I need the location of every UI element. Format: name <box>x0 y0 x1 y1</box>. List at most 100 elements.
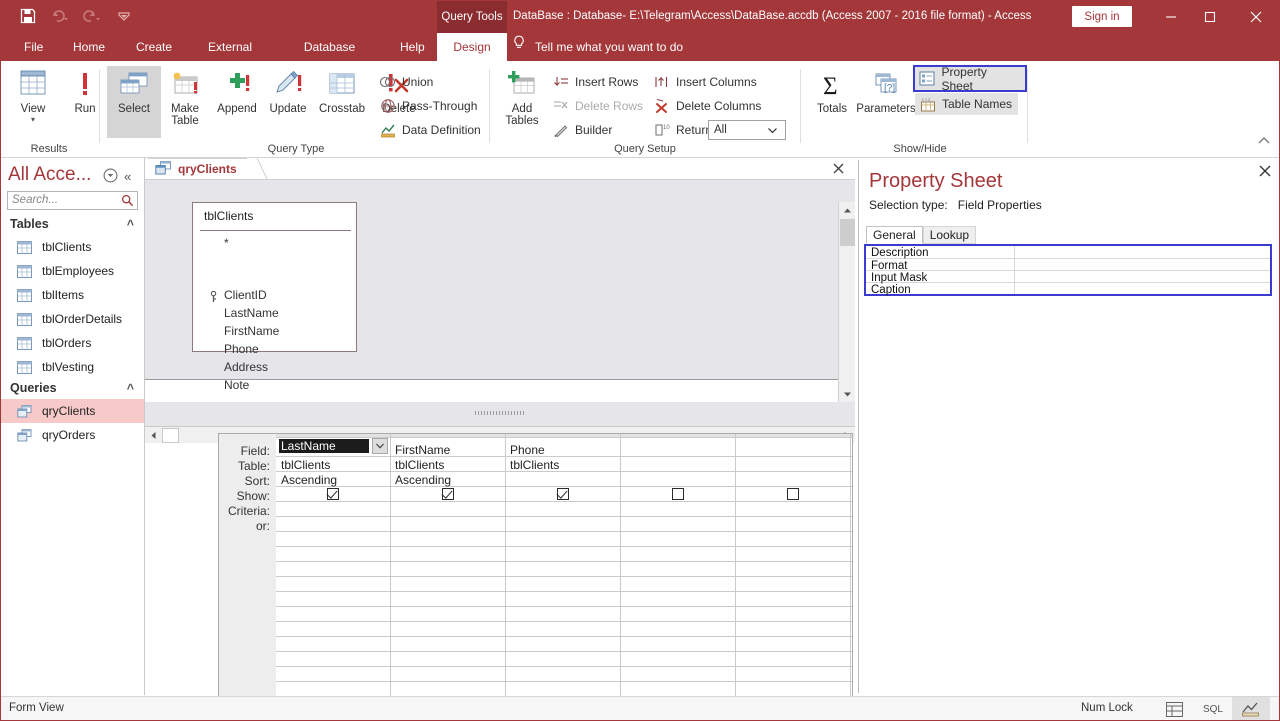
builder-button[interactable]: Builder <box>552 119 612 141</box>
tab-file[interactable]: File <box>14 33 46 61</box>
table-names-button[interactable]: X Y Z Table Names <box>915 93 1019 115</box>
nav-item-qryclients[interactable]: qryClients <box>0 399 144 423</box>
qbe-field-dropdown-1[interactable] <box>372 438 388 454</box>
data-definition-button[interactable]: Data Definition <box>379 119 481 141</box>
scrollbar-thumb[interactable] <box>162 428 179 443</box>
redo-icon[interactable] <box>82 6 102 26</box>
scrollbar-thumb[interactable] <box>840 219 855 246</box>
pane-splitter[interactable] <box>145 402 855 426</box>
make-table-button[interactable]: Make Table <box>158 66 212 138</box>
qbe-field-cell-2[interactable]: FirstName <box>395 443 450 457</box>
document-tab-qryclients[interactable]: qryClients <box>148 158 247 179</box>
scroll-down-arrow-icon[interactable] <box>839 386 855 402</box>
property-row-caption[interactable]: Caption <box>866 283 1270 298</box>
save-icon[interactable] <box>18 6 38 26</box>
qbe-show-checkbox-4[interactable] <box>672 488 684 500</box>
tab-external-data[interactable]: External Data <box>184 33 276 82</box>
scroll-left-arrow-icon[interactable] <box>145 427 161 443</box>
nav-item-qryorders[interactable]: qryOrders <box>0 423 144 447</box>
parameters-button[interactable]: [?] Parameters <box>853 66 919 138</box>
totals-button[interactable]: Σ Totals <box>805 66 859 138</box>
splitter-grip[interactable] <box>475 411 525 415</box>
tab-create[interactable]: Create <box>126 33 177 61</box>
chevron-down-icon[interactable]: ▾ <box>31 115 35 124</box>
close-document-button[interactable] <box>833 161 844 177</box>
nav-item-tblorders[interactable]: tblOrders <box>0 331 144 355</box>
qbe-columns-area[interactable]: LastName tblClients Ascending FirstName … <box>276 434 914 721</box>
property-sheet-button[interactable]: Property Sheet <box>913 65 1027 93</box>
tab-help[interactable]: Help <box>390 33 428 61</box>
maximize-button[interactable] <box>1187 0 1233 33</box>
collapse-navigation-pane-icon[interactable]: « <box>124 169 131 184</box>
crosstab-query-button[interactable]: Crosstab <box>312 66 372 138</box>
field-asterisk[interactable]: * <box>224 236 229 250</box>
chevron-up-icon[interactable]: ^ <box>127 218 134 232</box>
status-sql-view-button[interactable]: SQL <box>1194 697 1232 721</box>
field-note[interactable]: Note <box>224 378 249 392</box>
insert-rows-button[interactable]: Insert Rows <box>552 71 638 93</box>
diagram-vertical-scrollbar[interactable] <box>838 202 855 402</box>
qbe-table-cell-3[interactable]: tblClients <box>510 458 559 472</box>
return-control[interactable]: 10 Return: <box>653 119 715 141</box>
add-tables-button[interactable]: Add Tables <box>495 66 549 138</box>
query-design-grid[interactable]: Field: Table: Sort: Show: Criteria: or: <box>218 433 914 721</box>
qbe-table-cell-2[interactable]: tblClients <box>395 458 444 472</box>
sign-in-button[interactable]: Sign in <box>1072 6 1132 27</box>
qbe-field-cell-1[interactable]: LastName <box>279 439 369 453</box>
data-definition-label: Data Definition <box>402 123 481 137</box>
nav-group-tables[interactable]: Tables ^ <box>0 215 144 235</box>
qbe-show-checkbox-3[interactable] <box>557 488 569 500</box>
update-query-button[interactable]: Update <box>261 66 315 138</box>
property-sheet-close-button[interactable] <box>1259 164 1271 180</box>
nav-item-label: tblClients <box>42 240 92 254</box>
nav-group-queries[interactable]: Queries ^ <box>0 379 144 399</box>
close-button[interactable] <box>1233 0 1279 33</box>
undo-icon[interactable] <box>50 6 70 26</box>
nav-item-tblitems[interactable]: tblItems <box>0 283 144 307</box>
nav-item-tblemployees[interactable]: tblEmployees <box>0 259 144 283</box>
scroll-up-arrow-icon[interactable] <box>839 202 855 218</box>
field-lastname[interactable]: LastName <box>224 306 279 320</box>
tab-home[interactable]: Home <box>63 33 111 61</box>
tab-design[interactable]: Design <box>437 33 507 61</box>
insert-columns-button[interactable]: Insert Columns <box>653 71 757 93</box>
qbe-sort-cell-2[interactable]: Ascending <box>395 473 451 487</box>
field-firstname[interactable]: FirstName <box>224 324 279 338</box>
chevron-up-icon[interactable]: ^ <box>127 382 134 396</box>
status-datasheet-view-button[interactable] <box>1155 697 1193 721</box>
customize-quick-access-icon[interactable] <box>114 6 134 26</box>
property-value-input[interactable] <box>1016 283 1270 298</box>
property-tab-general[interactable]: General <box>866 226 923 244</box>
table-field-list-tblclients[interactable]: tblClients * ClientID LastName FirstName… <box>192 202 357 392</box>
qbe-show-checkbox-1[interactable] <box>327 488 339 500</box>
search-input[interactable]: Search... <box>7 191 138 210</box>
status-design-view-button[interactable] <box>1232 697 1270 721</box>
tell-me-search[interactable]: Tell me what you want to do <box>512 33 683 61</box>
view-button[interactable]: View ▾ <box>6 66 60 138</box>
nav-item-tblvesting[interactable]: tblVesting <box>0 355 144 379</box>
navigation-pane-menu-icon[interactable] <box>103 168 118 186</box>
pass-through-button[interactable]: Pass-Through <box>379 95 477 117</box>
chevron-down-icon[interactable] <box>766 124 779 140</box>
property-sheet-grid[interactable]: Description Format Input Mask Caption <box>864 244 1272 296</box>
select-query-button[interactable]: Select <box>107 66 161 138</box>
return-dropdown[interactable]: All <box>708 120 786 140</box>
search-icon[interactable] <box>121 194 134 210</box>
union-button[interactable]: Union <box>379 71 433 93</box>
qbe-field-cell-3[interactable]: Phone <box>510 443 545 457</box>
qbe-table-cell-1[interactable]: tblClients <box>281 458 330 472</box>
field-phone[interactable]: Phone <box>224 342 259 356</box>
delete-columns-button[interactable]: Delete Columns <box>653 95 761 117</box>
append-query-button[interactable]: Append <box>210 66 264 138</box>
access-window: Query Tools DataBase : Database- E:\Tele… <box>0 0 1280 721</box>
qbe-show-checkbox-5[interactable] <box>787 488 799 500</box>
qbe-show-checkbox-2[interactable] <box>442 488 454 500</box>
tab-database-tools[interactable]: Database Tools <box>281 33 378 82</box>
nav-item-tblclients[interactable]: tblClients <box>0 235 144 259</box>
nav-item-tblorderdetails[interactable]: tblOrderDetails <box>0 307 144 331</box>
field-clientid[interactable]: ClientID <box>224 288 267 302</box>
field-address[interactable]: Address <box>224 360 268 374</box>
property-tab-lookup[interactable]: Lookup <box>922 226 977 244</box>
collapse-ribbon-button[interactable] <box>1257 135 1271 149</box>
qbe-sort-cell-1[interactable]: Ascending <box>281 473 337 487</box>
